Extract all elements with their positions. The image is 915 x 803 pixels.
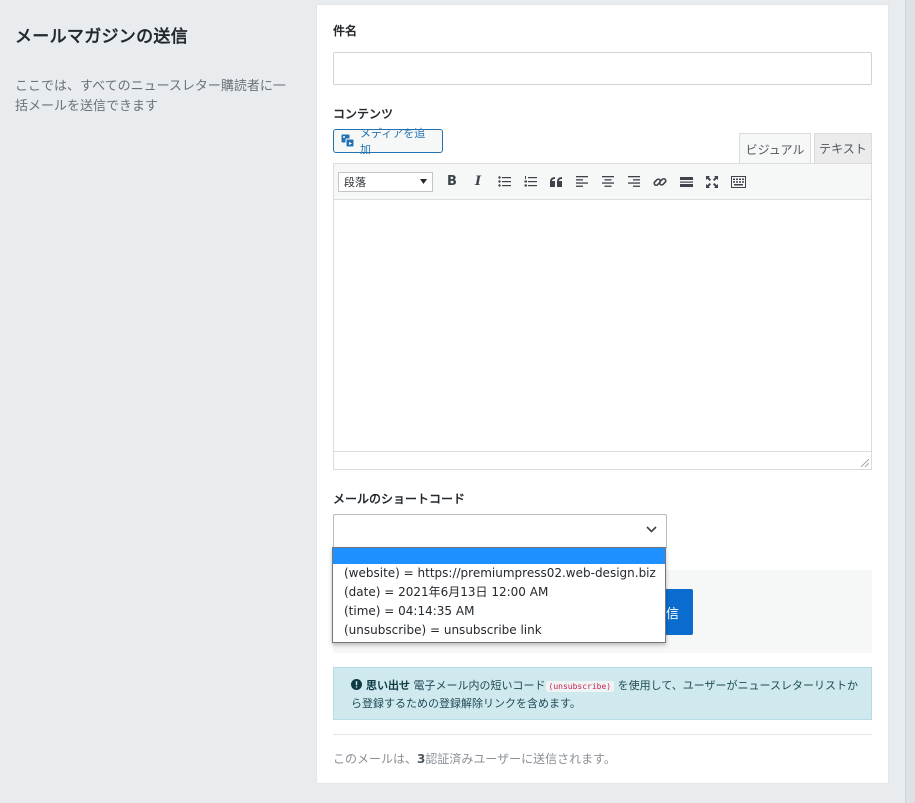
align-right-icon xyxy=(628,176,640,187)
scrollbar[interactable] xyxy=(905,0,915,803)
blockquote-button[interactable] xyxy=(543,169,569,195)
notice-code: (unsubscribe) xyxy=(545,681,615,692)
toolbar-toggle-icon xyxy=(730,175,746,188)
shortcode-option[interactable]: (date) = 2021年6月13日 12:00 AM xyxy=(333,583,665,602)
numbered-list-icon xyxy=(524,176,537,187)
shortcode-option[interactable]: (website) = https://premiumpress02.web-d… xyxy=(333,564,665,583)
align-left-button[interactable] xyxy=(569,169,595,195)
shortcode-label: メールのショートコード xyxy=(333,492,466,506)
add-media-button[interactable]: メディアを追加 xyxy=(333,127,443,156)
content-editor: 段落 B I xyxy=(333,163,872,470)
editor-toolbar: 段落 B I xyxy=(334,164,871,200)
bold-button[interactable]: B xyxy=(439,169,465,195)
resize-handle-icon[interactable] xyxy=(861,459,869,467)
media-icon xyxy=(341,134,355,148)
shortcode-option[interactable] xyxy=(333,548,665,564)
bullet-list-icon xyxy=(497,176,511,187)
link-icon xyxy=(653,177,667,186)
subject-input[interactable] xyxy=(333,52,872,85)
shortcode-dropdown-list: (website) = https://premiumpress02.web-d… xyxy=(332,547,666,643)
recipient-count-text: このメールは、3認証済みユーザーに送信されます。 xyxy=(333,750,616,767)
editor-status-bar xyxy=(334,451,871,469)
fullscreen-button[interactable] xyxy=(699,169,725,195)
page-description: ここでは、すべてのニュースレター購読者に一括メールを送信できます xyxy=(15,79,286,114)
italic-button[interactable]: I xyxy=(465,169,491,195)
shortcode-option[interactable]: (time) = 04:14:35 AM xyxy=(333,602,665,621)
content-label: コンテンツ xyxy=(333,107,394,121)
info-icon xyxy=(351,679,362,690)
page-title: メールマガジンの送信 xyxy=(15,27,188,47)
link-button[interactable] xyxy=(647,169,673,195)
read-more-button[interactable] xyxy=(673,169,699,195)
subject-label: 件名 xyxy=(333,24,358,38)
italic-icon: I xyxy=(474,174,482,189)
newsletter-form-card: 件名 コンテンツ メディアを追加 ビジュアル テキスト 段落 B I メールのシ… xyxy=(316,4,889,784)
shortcode-select[interactable] xyxy=(333,514,667,549)
caret-down-icon xyxy=(420,179,427,184)
fullscreen-icon xyxy=(706,175,718,188)
page-intro: メールマガジンの送信 ここでは、すべてのニュースレター購読者に一括メールを送信で… xyxy=(15,22,295,117)
footer-prefix: このメールは、 xyxy=(333,752,418,766)
chevron-down-icon xyxy=(646,526,657,533)
format-select-value: 段落 xyxy=(344,175,366,189)
notice-text-before: 電子メール内の短いコード xyxy=(413,679,546,692)
blockquote-icon xyxy=(549,176,562,187)
align-right-button[interactable] xyxy=(621,169,647,195)
format-select[interactable]: 段落 xyxy=(338,171,433,192)
editor-content-area[interactable] xyxy=(334,200,871,451)
notice-strong: 思い出せ xyxy=(366,679,410,692)
shortcode-option[interactable]: (unsubscribe) = unsubscribe link xyxy=(333,621,665,640)
bullet-list-button[interactable] xyxy=(491,169,517,195)
bold-icon: B xyxy=(447,174,457,189)
send-button-label: 信 xyxy=(665,606,679,622)
read-more-icon xyxy=(679,176,693,187)
tab-text[interactable]: テキスト xyxy=(814,133,872,163)
align-center-button[interactable] xyxy=(595,169,621,195)
align-left-icon xyxy=(576,176,588,187)
tab-visual[interactable]: ビジュアル xyxy=(739,133,811,164)
add-media-label: メディアを追加 xyxy=(360,127,426,156)
align-center-icon xyxy=(602,176,614,187)
divider xyxy=(333,734,872,735)
footer-suffix: 認証済みユーザーに送信されます。 xyxy=(425,752,616,766)
reminder-notice: 思い出せ 電子メール内の短いコード (unsubscribe) を使用して、ユーザ… xyxy=(333,667,872,720)
toolbar-toggle-button[interactable] xyxy=(725,169,751,195)
numbered-list-button[interactable] xyxy=(517,169,543,195)
